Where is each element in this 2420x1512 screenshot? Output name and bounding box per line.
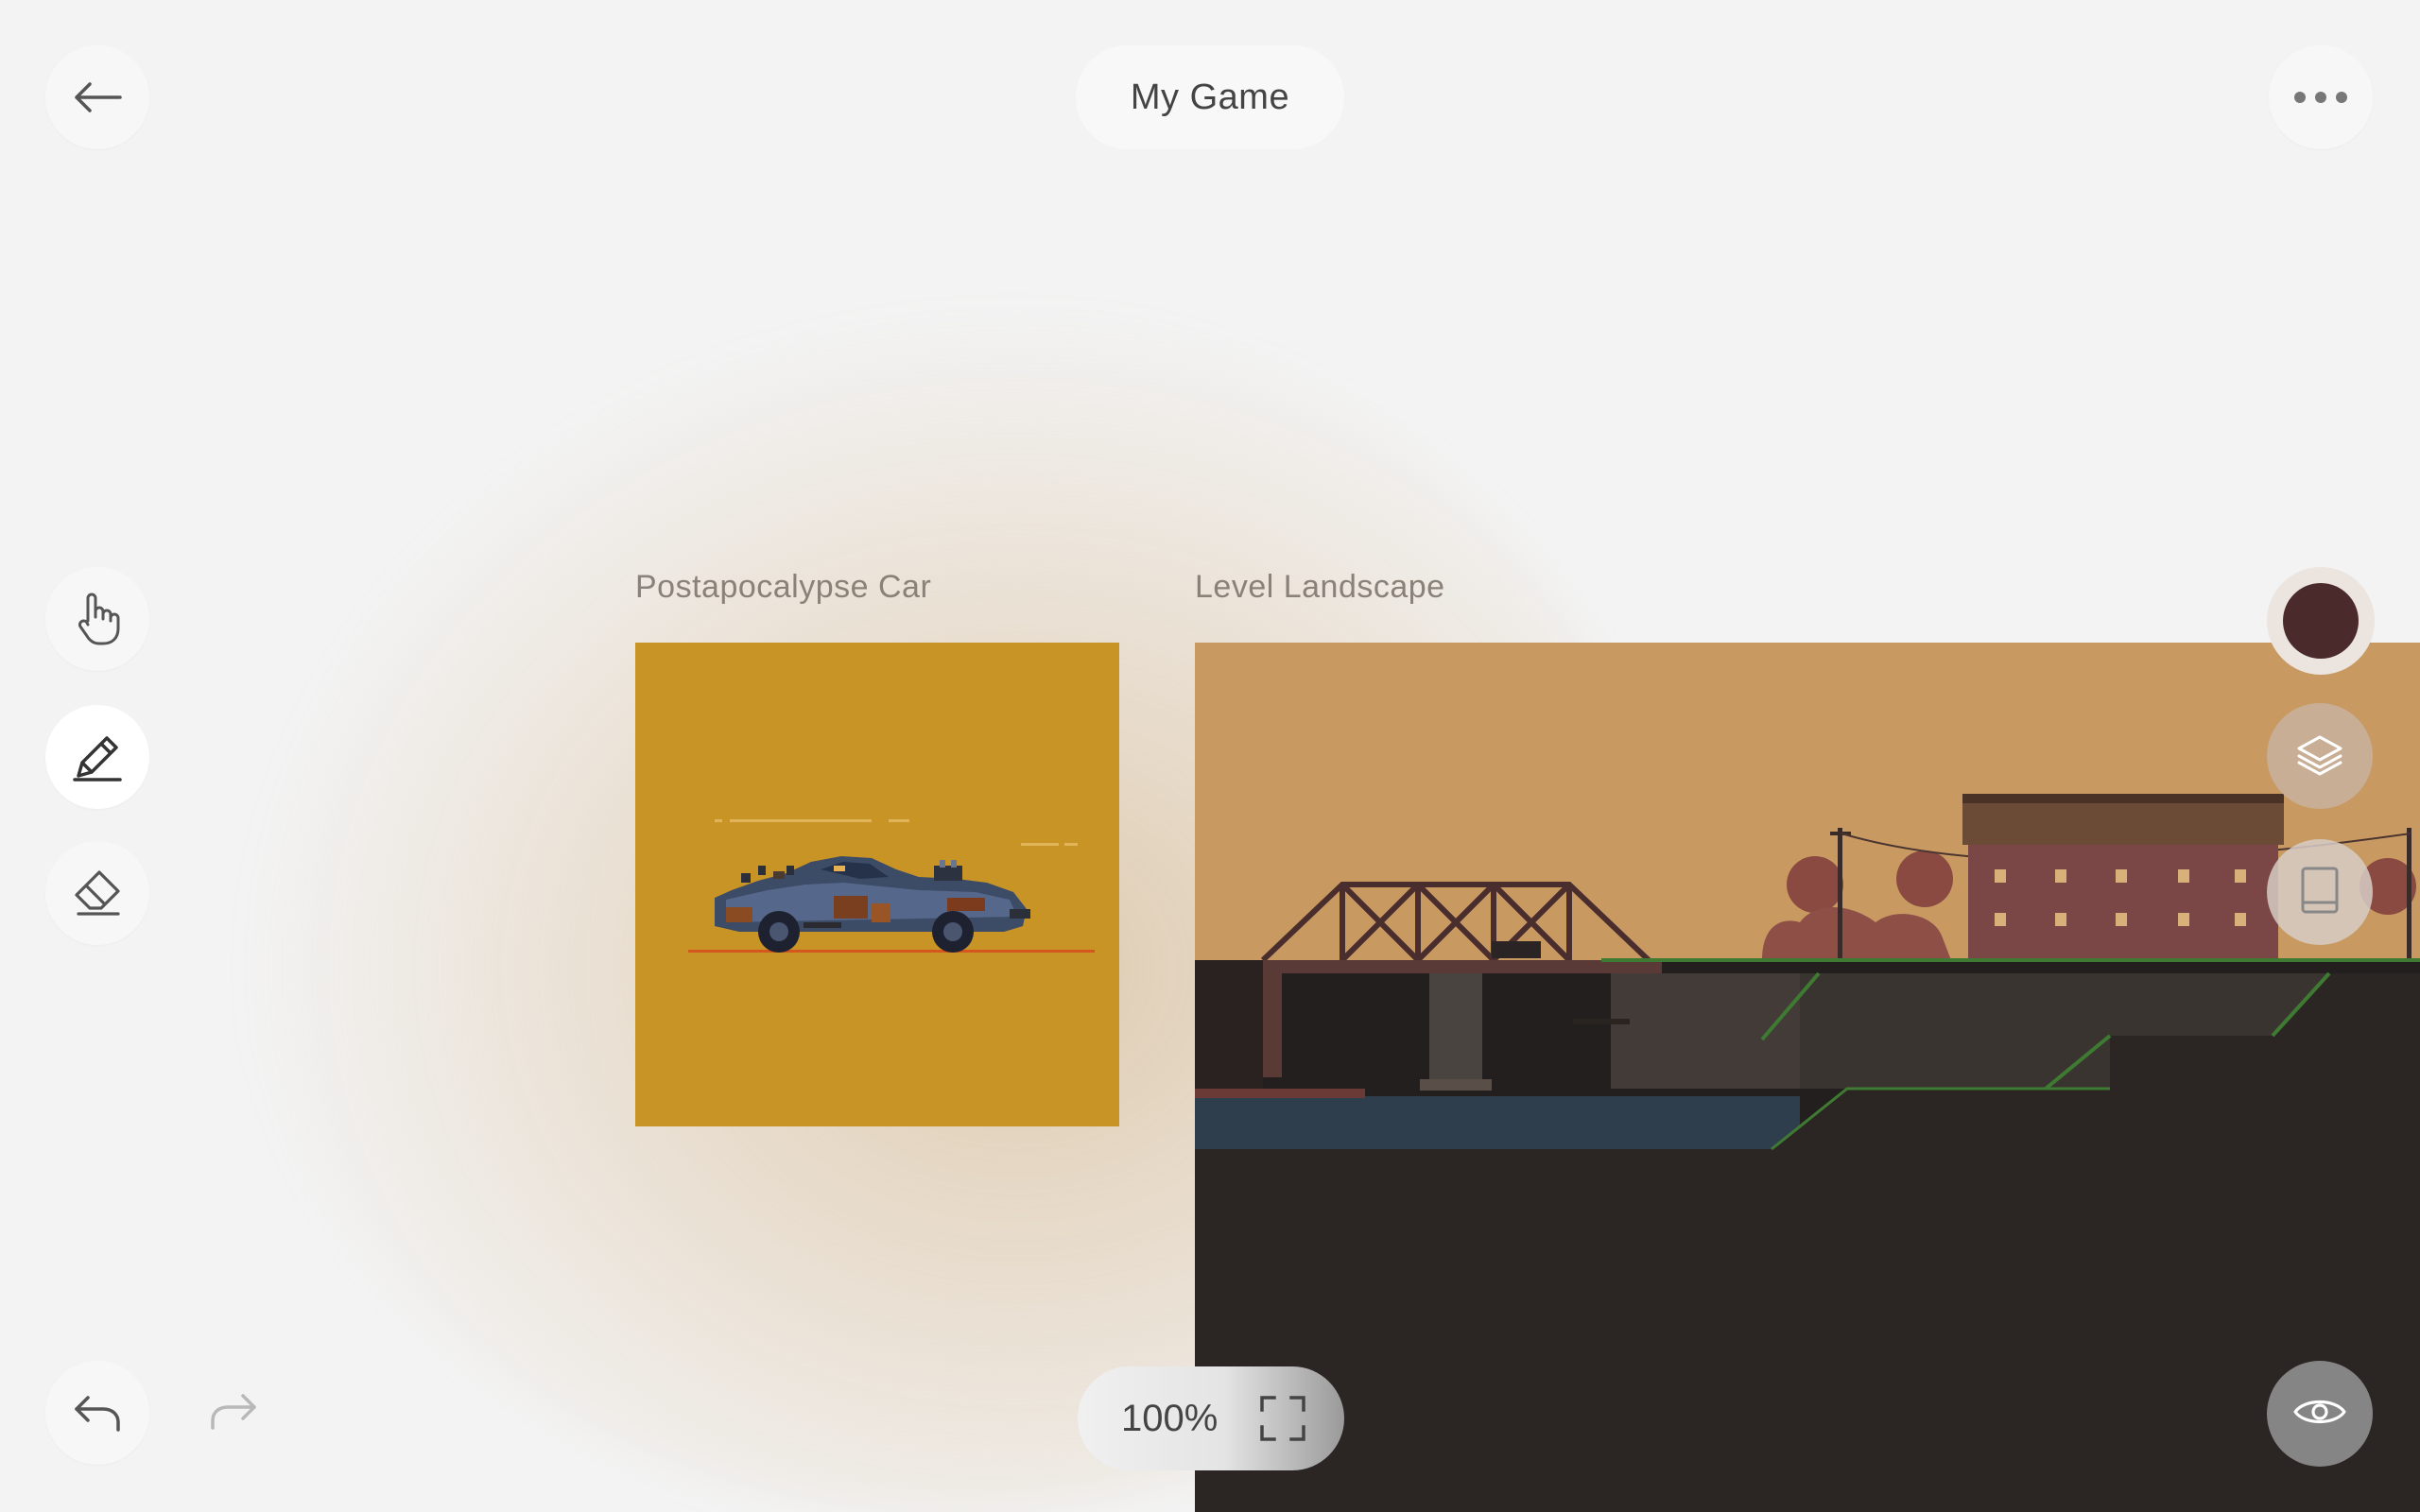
artboard-label-car: Postapocalypse Car	[635, 569, 932, 605]
arrow-left-icon	[71, 78, 124, 116]
undo-icon	[71, 1390, 124, 1435]
preview-button[interactable]	[2267, 1361, 2373, 1467]
layers-button[interactable]	[2267, 703, 2373, 809]
pen-icon	[71, 730, 124, 783]
artboard-postapocalypse-car[interactable]	[635, 643, 1119, 1126]
pen-tool-button[interactable]	[45, 705, 149, 809]
canvas-workspace[interactable]: My Game Postapocalypse Car Level Landsca…	[0, 0, 2420, 1512]
undo-button[interactable]	[45, 1361, 149, 1465]
hand-icon	[73, 591, 122, 647]
zoom-level[interactable]: 100%	[1121, 1398, 1218, 1440]
project-title[interactable]: My Game	[1076, 45, 1344, 149]
fit-screen-icon[interactable]	[1259, 1395, 1306, 1442]
project-title-text: My Game	[1130, 77, 1290, 117]
car-pixel-art	[688, 819, 1095, 953]
artboard-level-landscape[interactable]	[1195, 643, 2420, 1512]
color-picker-button[interactable]	[2267, 567, 2375, 675]
zoom-control[interactable]: 100%	[1078, 1366, 1344, 1470]
redo-button[interactable]	[182, 1361, 285, 1465]
eraser-icon	[71, 867, 124, 919]
artboard-label-landscape: Level Landscape	[1195, 569, 1445, 605]
eye-icon	[2291, 1395, 2348, 1434]
eraser-tool-button[interactable]	[45, 841, 149, 945]
hand-tool-button[interactable]	[45, 567, 149, 671]
more-options-button[interactable]	[2269, 45, 2373, 149]
layers-icon	[2295, 731, 2344, 782]
current-color-swatch	[2283, 583, 2359, 659]
redo-icon	[207, 1388, 260, 1438]
library-button[interactable]	[2267, 839, 2373, 945]
landscape-pixel-art	[1195, 643, 2420, 1512]
book-icon	[2299, 865, 2341, 920]
back-button[interactable]	[45, 45, 149, 149]
more-horizontal-icon	[2292, 90, 2349, 105]
